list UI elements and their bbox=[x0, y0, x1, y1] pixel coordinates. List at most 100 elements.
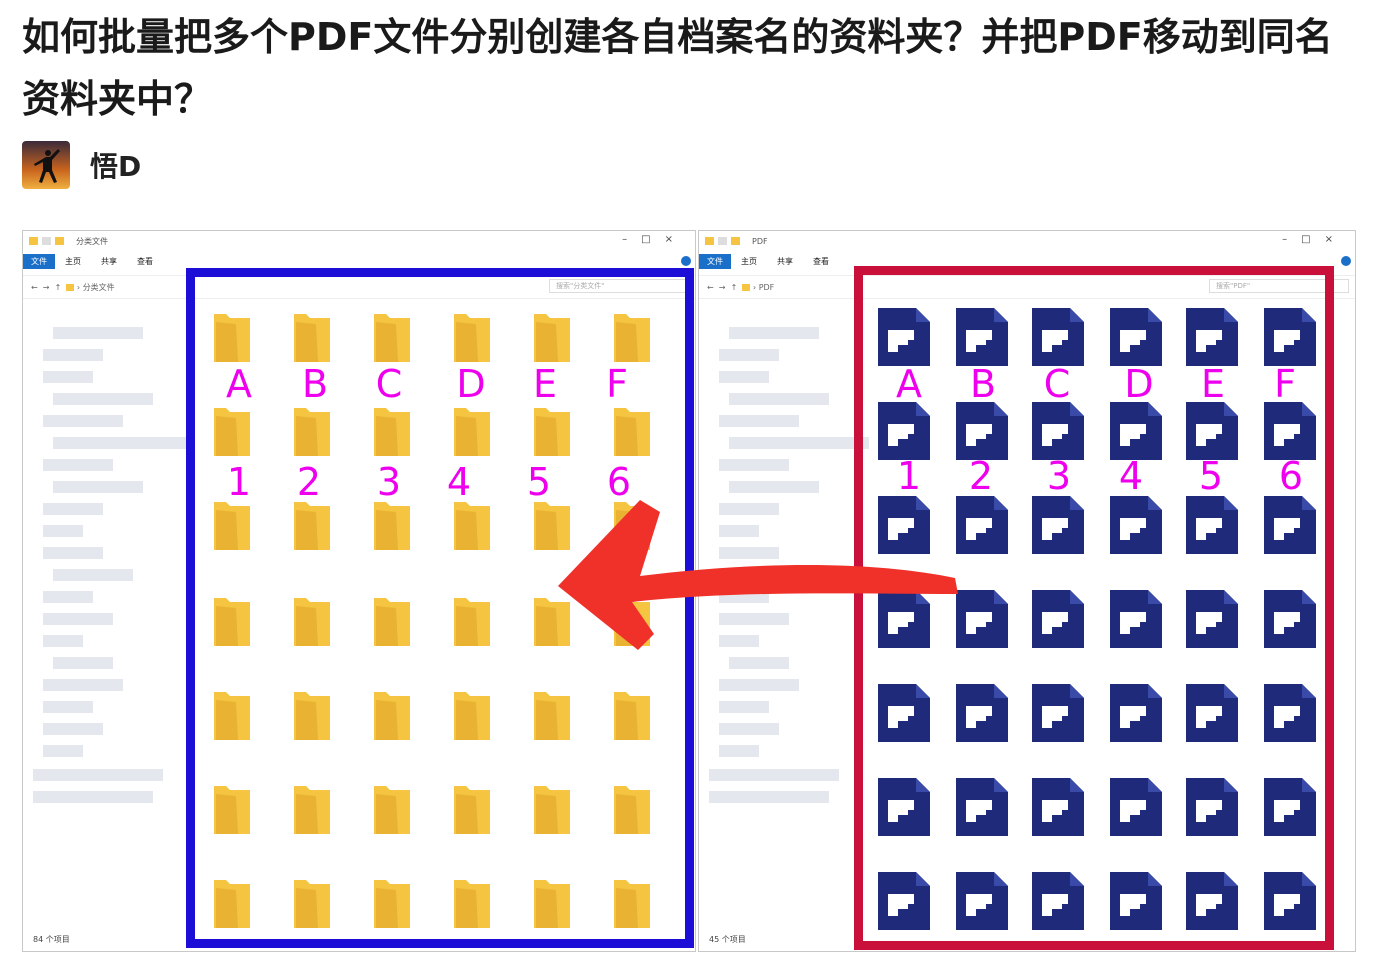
navigation-pane[interactable] bbox=[23, 309, 193, 921]
nav-item[interactable] bbox=[43, 503, 103, 515]
overlay-label: 4 bbox=[446, 460, 472, 504]
overlay-label: F bbox=[1274, 362, 1296, 406]
nav-item[interactable] bbox=[719, 459, 789, 471]
nav-item[interactable] bbox=[729, 437, 869, 449]
left-titlebar: 分类文件 bbox=[23, 231, 695, 251]
nav-item[interactable] bbox=[53, 437, 193, 449]
help-icon[interactable] bbox=[681, 256, 691, 266]
overlay-label: B bbox=[969, 362, 997, 406]
tab-share[interactable]: 共享 bbox=[777, 256, 793, 267]
nav-item[interactable] bbox=[43, 679, 123, 691]
tab-share[interactable]: 共享 bbox=[101, 256, 117, 267]
overlay-label: 4 bbox=[1118, 454, 1144, 498]
nav-item[interactable] bbox=[43, 723, 103, 735]
author-row[interactable]: 悟D bbox=[22, 140, 141, 190]
overlay-label: 6 bbox=[1278, 454, 1304, 498]
back-icon[interactable]: ← bbox=[31, 283, 38, 292]
overlay-label: E bbox=[1200, 362, 1225, 406]
author-name[interactable]: 悟D bbox=[90, 145, 141, 185]
tab-file[interactable]: 文件 bbox=[699, 253, 731, 269]
nav-item[interactable] bbox=[43, 745, 83, 757]
nav-item[interactable] bbox=[43, 701, 93, 713]
close-icon[interactable]: × bbox=[1325, 234, 1347, 245]
up-icon[interactable]: ↑ bbox=[731, 283, 738, 292]
breadcrumb[interactable]: 分类文件 bbox=[83, 282, 115, 293]
nav-item[interactable] bbox=[43, 547, 103, 559]
nav-item[interactable] bbox=[719, 415, 799, 427]
status-bar: 84 个项目 bbox=[33, 935, 70, 944]
overlay-label: E bbox=[532, 362, 557, 406]
nav-item[interactable] bbox=[43, 525, 83, 537]
avatar[interactable] bbox=[22, 141, 70, 189]
overlay-label: 1 bbox=[226, 460, 252, 504]
overlay-label: 5 bbox=[1198, 454, 1224, 498]
tab-home[interactable]: 主页 bbox=[741, 256, 757, 267]
back-icon[interactable]: ← bbox=[707, 283, 714, 292]
minimize-icon[interactable]: – bbox=[622, 234, 641, 245]
nav-item[interactable] bbox=[719, 371, 769, 383]
overlay-label: 2 bbox=[968, 454, 994, 498]
nav-item[interactable] bbox=[33, 791, 153, 803]
window-title: PDF bbox=[752, 236, 768, 246]
nav-item[interactable] bbox=[53, 393, 153, 405]
up-icon[interactable]: ↑ bbox=[55, 283, 62, 292]
nav-item[interactable] bbox=[719, 723, 779, 735]
overlay-label: 3 bbox=[376, 460, 402, 504]
nav-item[interactable] bbox=[43, 371, 93, 383]
nav-item[interactable] bbox=[719, 349, 779, 361]
ribbon-tabs: 文件 主页 共享 查看 bbox=[23, 253, 695, 269]
nav-item[interactable] bbox=[33, 769, 163, 781]
nav-item[interactable] bbox=[709, 791, 829, 803]
forward-icon[interactable]: → bbox=[719, 283, 726, 292]
status-bar: 45 个项目 bbox=[709, 935, 746, 944]
overlay-label: A bbox=[226, 362, 252, 406]
nav-item[interactable] bbox=[719, 701, 769, 713]
nav-item[interactable] bbox=[53, 657, 113, 669]
nav-item[interactable] bbox=[43, 459, 113, 471]
forward-icon[interactable]: → bbox=[43, 283, 50, 292]
overlay-label: C bbox=[1043, 362, 1071, 406]
nav-item[interactable] bbox=[719, 679, 799, 691]
nav-item[interactable] bbox=[719, 745, 759, 757]
folder-icon bbox=[731, 237, 740, 245]
nav-item[interactable] bbox=[43, 613, 113, 625]
minimize-icon[interactable]: – bbox=[1282, 234, 1301, 245]
window-controls[interactable]: –□× bbox=[622, 234, 687, 245]
overlay-label: A bbox=[896, 362, 922, 406]
overlay-label: B bbox=[301, 362, 329, 406]
nav-item[interactable] bbox=[729, 327, 819, 339]
check-icon bbox=[718, 237, 727, 245]
move-arrow-icon bbox=[558, 500, 958, 650]
nav-item[interactable] bbox=[43, 349, 103, 361]
folder-icon bbox=[66, 283, 75, 291]
folder-icon bbox=[55, 237, 64, 245]
overlay-label: D bbox=[1124, 362, 1154, 406]
nav-item[interactable] bbox=[43, 591, 93, 603]
window-controls[interactable]: –□× bbox=[1282, 234, 1347, 245]
overlay-label: D bbox=[456, 362, 486, 406]
maximize-icon[interactable]: □ bbox=[641, 234, 664, 245]
nav-item[interactable] bbox=[709, 769, 839, 781]
help-icon[interactable] bbox=[1341, 256, 1351, 266]
nav-item[interactable] bbox=[53, 327, 143, 339]
tab-view[interactable]: 查看 bbox=[137, 256, 153, 267]
tab-file[interactable]: 文件 bbox=[23, 253, 55, 269]
close-icon[interactable]: × bbox=[665, 234, 687, 245]
nav-item[interactable] bbox=[43, 415, 123, 427]
overlay-label: C bbox=[375, 362, 403, 406]
maximize-icon[interactable]: □ bbox=[1301, 234, 1324, 245]
nav-item[interactable] bbox=[729, 393, 829, 405]
tab-view[interactable]: 查看 bbox=[813, 256, 829, 267]
question-title: 如何批量把多个PDF文件分别创建各自档案名的资料夹？并把PDF移动到同名资料夹中… bbox=[22, 15, 1333, 121]
right-titlebar: PDF bbox=[699, 231, 1355, 251]
window-title: 分类文件 bbox=[76, 236, 108, 246]
tab-home[interactable]: 主页 bbox=[65, 256, 81, 267]
check-icon bbox=[42, 237, 51, 245]
nav-item[interactable] bbox=[53, 481, 143, 493]
folder-icon bbox=[29, 237, 38, 245]
nav-item[interactable] bbox=[43, 635, 83, 647]
breadcrumb[interactable]: PDF bbox=[759, 283, 775, 292]
nav-item[interactable] bbox=[53, 569, 133, 581]
overlay-label: 3 bbox=[1046, 454, 1072, 498]
folder-icon bbox=[705, 237, 714, 245]
